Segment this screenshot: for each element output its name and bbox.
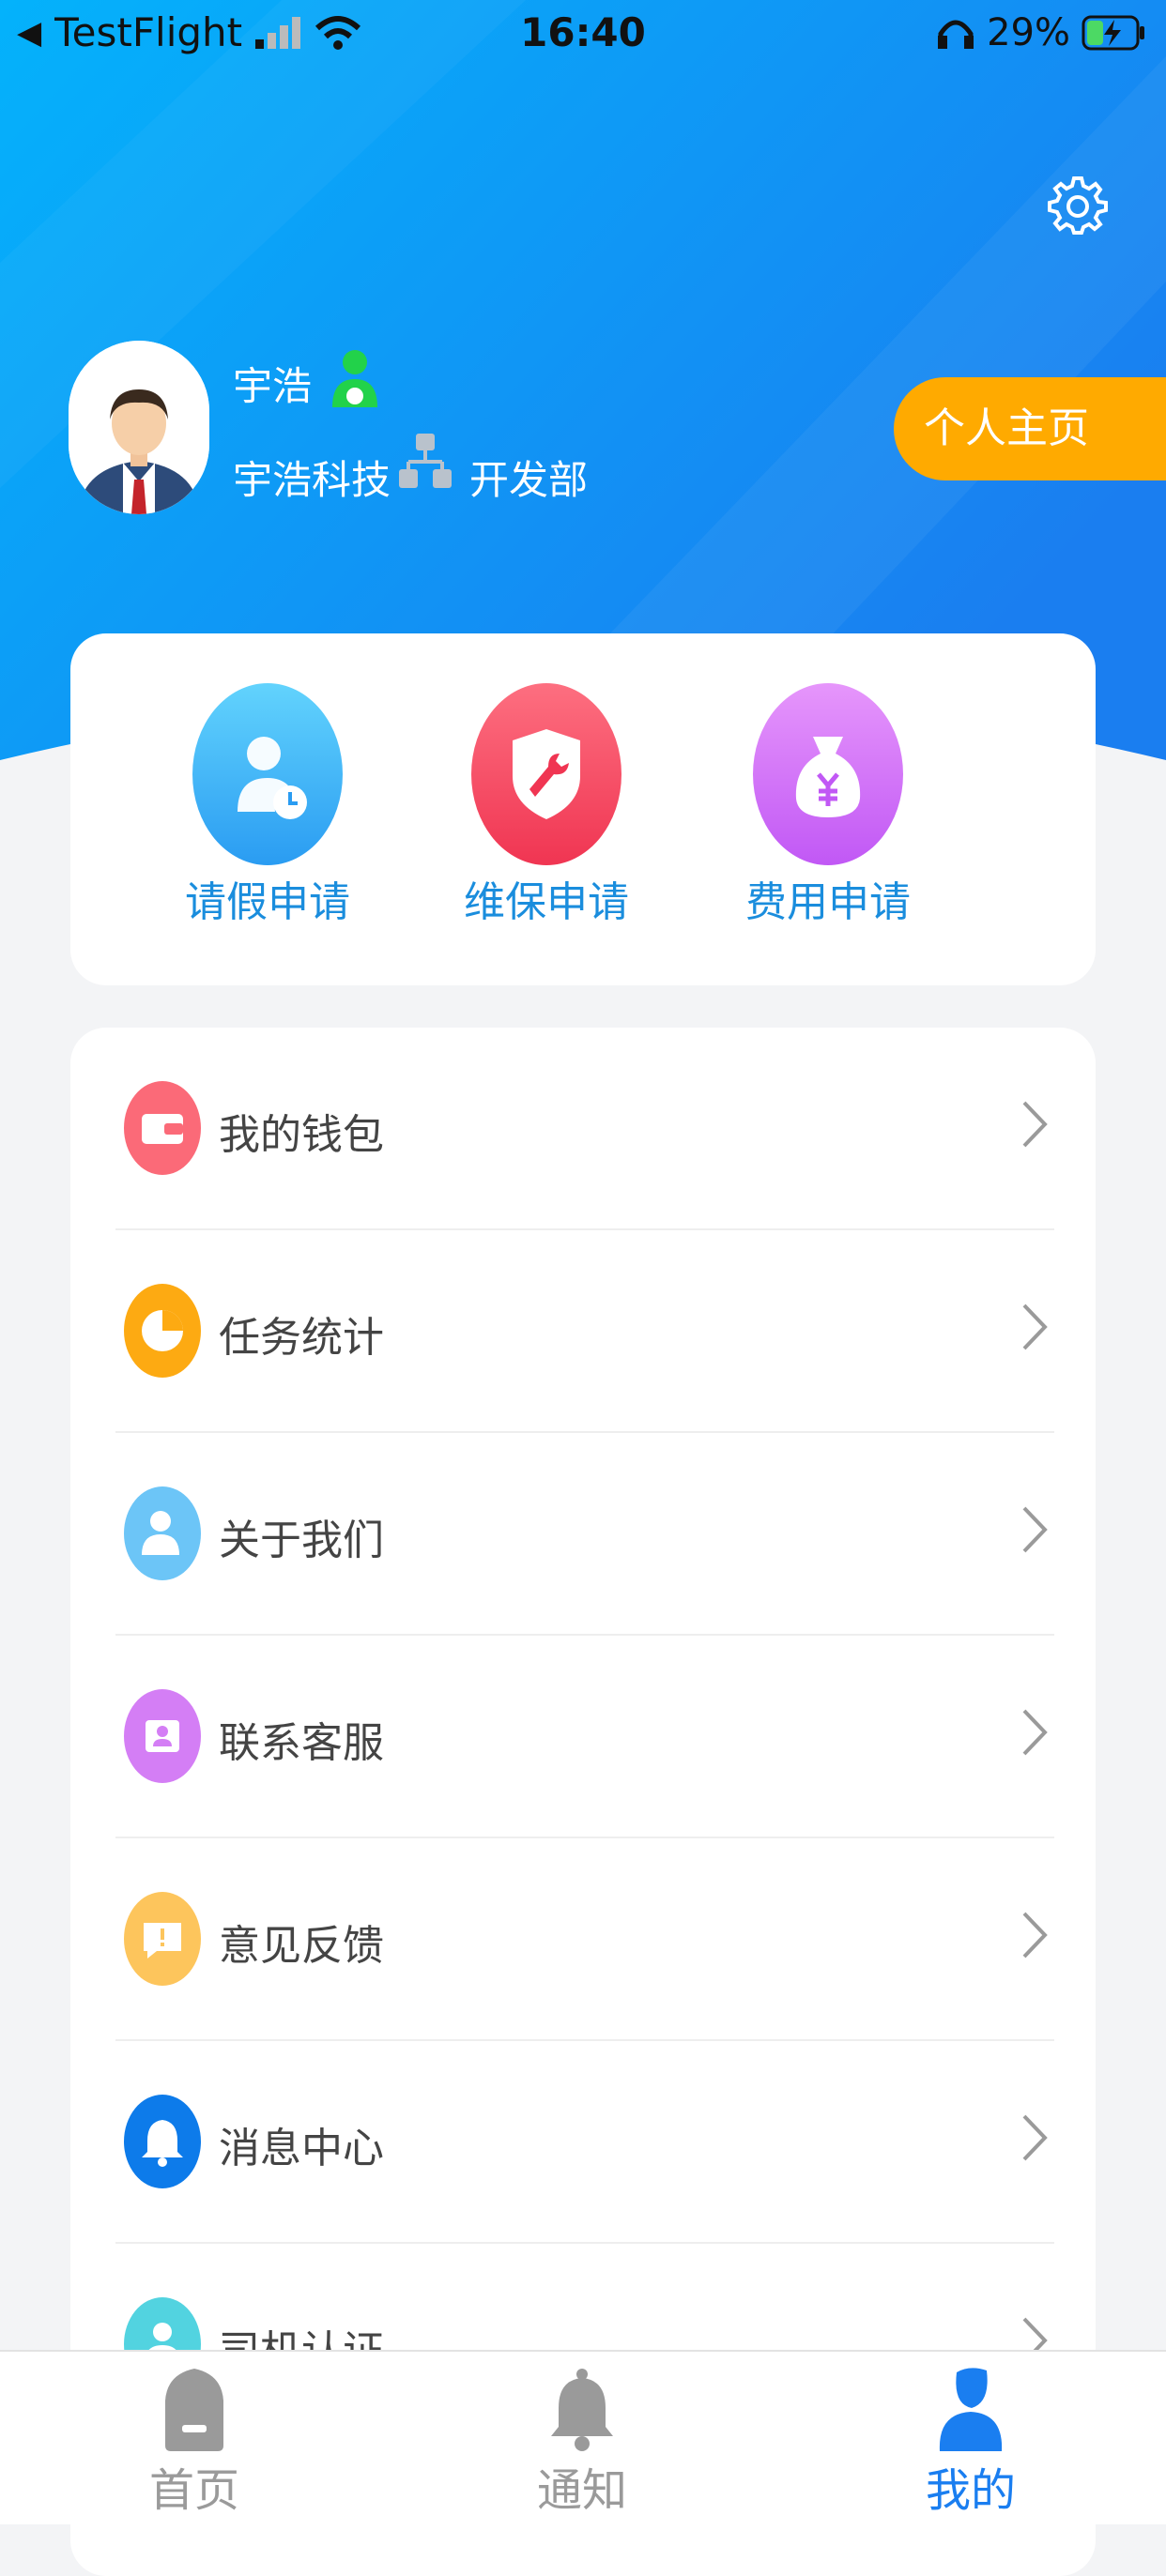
menu-item-customer-service[interactable]: 联系客服: [115, 1636, 1054, 1838]
menu-item-label: 消息中心: [219, 2125, 384, 2172]
status-bar: ◀ TestFlight 16:40 29%: [0, 0, 1166, 75]
gear-icon[interactable]: [1048, 175, 1108, 235]
chevron-right-icon: [1022, 1912, 1048, 1959]
tab-label: 首页: [148, 2464, 239, 2517]
tab-label: 我的: [925, 2464, 1016, 2517]
tab-notifications[interactable]: 通知: [488, 2365, 676, 2519]
menu-item-label: 关于我们: [219, 1517, 384, 1564]
leave-clock-icon: [192, 683, 343, 865]
org-structure-icon: [399, 434, 452, 488]
tab-mine[interactable]: 我的: [877, 2365, 1065, 2519]
chevron-right-icon: [1022, 2114, 1048, 2161]
menu-item-message-center[interactable]: 消息中心: [115, 2041, 1054, 2244]
wrench-shield-icon: [470, 683, 621, 865]
home-icon: [165, 2369, 223, 2451]
menu-item-about-us[interactable]: 关于我们: [115, 1433, 1054, 1636]
pie-chart-icon: [124, 1284, 201, 1378]
people-icon: [124, 1486, 201, 1580]
tab-bar: 首页 通知 我的: [0, 2350, 1166, 2524]
menu-item-label: 任务统计: [219, 1314, 384, 1362]
user-avatar-image: [69, 341, 209, 514]
quick-actions-card: 请假申请 维保申请 费用申请: [70, 633, 1096, 985]
menu-list: 我的钱包 任务统计 关于我们 联系客服 意见反馈 消息中心: [70, 1028, 1096, 2576]
chevron-right-icon: [1022, 1303, 1048, 1350]
tab-label: 通知: [536, 2464, 627, 2517]
bell-icon: [551, 2369, 613, 2451]
wallet-icon: [124, 1081, 201, 1175]
quick-action-label: 费用申请: [745, 878, 911, 926]
company-name: 宇浩科技: [233, 457, 391, 503]
user-name: 宇浩: [233, 363, 313, 409]
chevron-right-icon: [1022, 1506, 1048, 1553]
personal-homepage-button[interactable]: 个人主页: [894, 377, 1166, 480]
quick-action-label: 维保申请: [464, 878, 629, 926]
menu-item-wallet[interactable]: 我的钱包: [115, 1028, 1054, 1230]
department-name: 开发部: [469, 457, 589, 503]
menu-item-feedback[interactable]: 意见反馈: [115, 1838, 1054, 2041]
leave-request-action[interactable]: 请假申请: [164, 680, 371, 928]
quick-action-label: 请假申请: [185, 878, 350, 926]
menu-item-label: 我的钱包: [219, 1111, 384, 1159]
maintenance-request-action[interactable]: 维保申请: [443, 680, 650, 928]
feedback-icon: [124, 1892, 201, 1986]
money-bag-icon: [752, 683, 903, 865]
menu-item-label: 意见反馈: [219, 1922, 384, 1970]
chevron-right-icon: [1022, 1709, 1048, 1756]
bell-icon: [124, 2095, 201, 2188]
chevron-right-icon: [1022, 1101, 1048, 1148]
driver-verified-icon: [332, 350, 377, 407]
contact-card-icon: [124, 1689, 201, 1783]
headphones-icon: [938, 20, 974, 49]
tab-home[interactable]: 首页: [100, 2365, 288, 2519]
battery-percent: 29%: [987, 11, 1070, 54]
expense-request-action[interactable]: 费用申请: [725, 680, 931, 928]
person-icon: [939, 2368, 1003, 2451]
avatar[interactable]: [69, 341, 209, 514]
battery-charging-icon: [1082, 15, 1144, 51]
menu-item-label: 联系客服: [219, 1719, 384, 1767]
menu-item-task-stats[interactable]: 任务统计: [115, 1230, 1054, 1433]
